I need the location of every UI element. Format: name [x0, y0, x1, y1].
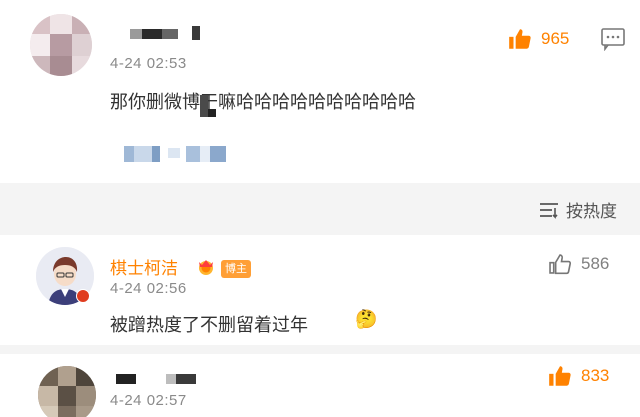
thumbs-up-icon — [509, 29, 531, 49]
username-redacted[interactable] — [112, 370, 212, 388]
host-badge: 博主 — [221, 260, 251, 278]
thumbs-up-icon — [549, 254, 572, 275]
sort-lines-icon — [540, 202, 558, 219]
comment-text: 那你删微博干嘛哈哈哈哈哈哈哈哈哈哈 — [110, 92, 416, 113]
like-count: 965 — [541, 29, 570, 48]
comment-time: 4-24 02:56 — [110, 280, 187, 297]
crown-medal-icon — [199, 260, 213, 275]
comment-time: 4-24 02:57 — [110, 392, 187, 409]
like-button[interactable]: 965 — [507, 26, 569, 52]
like-count: 586 — [581, 254, 610, 273]
avatar[interactable] — [38, 366, 96, 417]
reply-quote-redacted[interactable] — [120, 144, 230, 164]
sort-bar: 按热度 — [0, 183, 640, 235]
sort-label: 按热度 — [566, 202, 617, 222]
avatar[interactable] — [30, 14, 92, 76]
comment-text: 被蹭热度了不删留着过年 — [110, 315, 308, 336]
verified-badge-icon — [76, 289, 90, 303]
comment-item: 4-24 02:53 965 那你删微博干嘛哈哈哈哈哈哈哈哈哈哈 — [0, 0, 640, 183]
username[interactable]: 棋士柯洁 — [110, 254, 178, 279]
like-button[interactable]: 833 — [547, 363, 609, 389]
like-button[interactable]: 586 — [547, 251, 609, 277]
comment-icon[interactable] — [600, 27, 626, 51]
thumbs-up-icon — [549, 366, 571, 386]
thinking-emoji-icon: 🤔 — [355, 309, 378, 330]
comment-item: 棋士柯洁 博主 4-24 02:56 586 被蹭热度了不删留着过年 🤔 — [0, 235, 640, 345]
divider — [0, 345, 640, 354]
username-redacted[interactable] — [112, 22, 212, 46]
sort-button[interactable]: 按热度 — [538, 197, 617, 222]
comment-time: 4-24 02:53 — [110, 55, 187, 72]
comment-item: 4-24 02:57 833 — [0, 354, 640, 417]
like-count: 833 — [581, 366, 610, 385]
